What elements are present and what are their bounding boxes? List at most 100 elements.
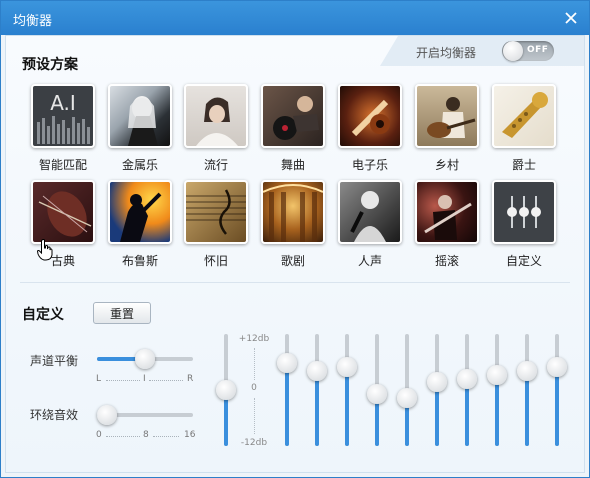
balance-label: 声道平衡 [30, 354, 79, 368]
eq-band-slider-3-fill [345, 367, 349, 446]
jazz-photo [492, 84, 556, 148]
eq-scale-dots [254, 398, 255, 434]
surround-scale-dots [106, 436, 140, 437]
eq-band-slider-2-knob[interactable] [307, 361, 327, 381]
balance-slider[interactable] [97, 349, 193, 369]
eq-band-slider-7-fill [465, 379, 469, 446]
toggle-knob [503, 41, 523, 61]
eq-preamp-slider[interactable] [216, 334, 236, 446]
preset-label: 摇滚 [434, 254, 459, 268]
preset-jazz[interactable]: 爵士 [491, 84, 557, 173]
preset-nostalgia[interactable]: 怀旧 [183, 180, 249, 269]
close-button[interactable] [561, 8, 581, 28]
classical-photo [31, 180, 95, 244]
preset-label: 舞曲 [280, 158, 305, 172]
country-photo [415, 84, 479, 148]
blues-photo [108, 180, 172, 244]
eq-band-slider-10[interactable] [547, 334, 567, 446]
preset-label: 乡村 [434, 158, 459, 172]
preset-electronic[interactable]: 电子乐 [337, 84, 403, 173]
dance-photo [261, 84, 325, 148]
eq-band-slider-8-fill [495, 375, 499, 446]
close-icon [565, 12, 577, 24]
eq-band-slider-3[interactable] [337, 334, 357, 446]
ai-icon: A.I [31, 84, 95, 148]
preset-label: 金属乐 [121, 158, 158, 172]
preset-opera[interactable]: 歌剧 [260, 180, 326, 269]
surround-scale-dots [153, 436, 179, 437]
equalizer-switch-label: 开启均衡器 [416, 46, 477, 60]
equalizer-window: 均衡器 开启均衡器 OFF 预设方案 A.I 智能匹配 金属乐 流行 舞曲 电子… [0, 0, 590, 478]
eq-band-slider-3-knob[interactable] [337, 357, 357, 377]
eq-band-slider-2-fill [315, 371, 319, 446]
eq-band-slider-8[interactable] [487, 334, 507, 446]
eq-band-slider-4[interactable] [367, 334, 387, 446]
eq-band-slider-7-knob[interactable] [457, 369, 477, 389]
preset-blues[interactable]: 布鲁斯 [107, 180, 173, 269]
eq-zero-label: 0 [251, 383, 257, 393]
eq-scale-dots [254, 348, 255, 380]
vocal-photo [338, 180, 402, 244]
preset-label: 电子乐 [351, 158, 388, 172]
preset-smart-match[interactable]: A.I 智能匹配 [30, 84, 96, 173]
eq-preamp-slider-knob[interactable] [216, 380, 236, 400]
equalizer-toggle[interactable]: OFF [502, 41, 554, 61]
balance-left-label: L [96, 374, 102, 384]
eq-min-label: -12db [240, 438, 268, 448]
custom-title: 自定义 [22, 307, 64, 323]
reset-button[interactable]: 重置 [93, 302, 151, 324]
eq-max-label: +12db [238, 334, 270, 344]
preset-pop[interactable]: 流行 [183, 84, 249, 173]
section-divider [20, 282, 570, 283]
eq-band-slider-6[interactable] [427, 334, 447, 446]
balance-knob[interactable] [135, 349, 155, 369]
balance-scale-dots [149, 380, 183, 381]
balance-right-label: R [187, 374, 194, 384]
eq-band-slider-6-knob[interactable] [427, 372, 447, 392]
preset-rock[interactable]: 摇滚 [414, 180, 480, 269]
surround-mid-label: 8 [143, 430, 149, 440]
eq-band-slider-2[interactable] [307, 334, 327, 446]
preset-country[interactable]: 乡村 [414, 84, 480, 173]
preset-metal[interactable]: 金属乐 [107, 84, 173, 173]
title-bar: 均衡器 [1, 1, 589, 35]
preset-label: 爵士 [511, 158, 536, 172]
surround-knob[interactable] [97, 405, 117, 425]
eq-band-slider-1-knob[interactable] [277, 353, 297, 373]
svg-text:A.I: A.I [50, 91, 76, 115]
eq-band-slider-1-fill [285, 363, 289, 446]
nostalgia-photo [184, 180, 248, 244]
preset-dance[interactable]: 舞曲 [260, 84, 326, 173]
eq-band-slider-1[interactable] [277, 334, 297, 446]
surround-min-label: 0 [96, 430, 102, 440]
equalizer-panel: 开启均衡器 OFF 预设方案 A.I 智能匹配 金属乐 流行 舞曲 电子乐 乡村… [5, 35, 585, 473]
hand-cursor-icon [37, 239, 53, 261]
eq-band-slider-10-knob[interactable] [547, 357, 567, 377]
custom-sliders-icon [492, 180, 556, 244]
opera-photo [261, 180, 325, 244]
preset-label: 布鲁斯 [121, 254, 158, 268]
metal-photo [108, 84, 172, 148]
balance-scale-dots [106, 380, 140, 381]
preset-label: 自定义 [505, 254, 542, 268]
eq-band-slider-9[interactable] [517, 334, 537, 446]
surround-max-label: 16 [184, 430, 196, 440]
surround-slider[interactable] [97, 405, 193, 425]
preset-vocal[interactable]: 人声 [337, 180, 403, 269]
rock-photo [415, 180, 479, 244]
eq-band-slider-10-fill [555, 367, 559, 446]
pop-photo [184, 84, 248, 148]
electronic-photo [338, 84, 402, 148]
surround-label: 环绕音效 [30, 408, 79, 422]
eq-band-slider-5-knob[interactable] [397, 388, 417, 408]
eq-band-slider-4-knob[interactable] [367, 384, 387, 404]
eq-band-slider-8-knob[interactable] [487, 365, 507, 385]
eq-band-slider-5[interactable] [397, 334, 417, 446]
eq-band-slider-9-fill [525, 371, 529, 446]
toggle-state: OFF [527, 45, 549, 55]
preset-label: 歌剧 [280, 254, 305, 268]
preset-label: 流行 [203, 158, 228, 172]
preset-custom[interactable]: 自定义 [491, 180, 557, 269]
eq-band-slider-9-knob[interactable] [517, 361, 537, 381]
eq-band-slider-7[interactable] [457, 334, 477, 446]
